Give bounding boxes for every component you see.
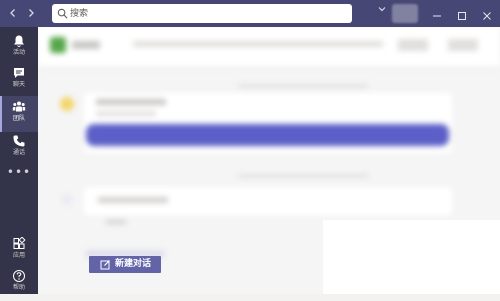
channel-name-placeholder xyxy=(72,41,100,49)
maximize-button[interactable] xyxy=(456,7,468,20)
new-conversation-label: 新建对话 xyxy=(115,259,152,269)
blank-panel xyxy=(323,220,500,294)
chevron-left-icon xyxy=(10,9,15,17)
help-icon xyxy=(13,270,25,282)
minimize-icon xyxy=(433,15,441,17)
more-icon: ••• xyxy=(6,165,32,179)
phone-icon xyxy=(13,135,25,147)
sidebar-item-label: 聊天 xyxy=(12,81,25,88)
sidebar-item-label: 帮助 xyxy=(12,284,25,291)
close-icon xyxy=(483,12,491,20)
team-avatar xyxy=(50,37,66,53)
maximize-icon xyxy=(458,12,466,20)
chat-icon xyxy=(14,68,24,78)
account-dropdown-button[interactable] xyxy=(378,5,386,16)
title-bar xyxy=(0,0,500,27)
compose-icon xyxy=(100,260,110,270)
avatar[interactable] xyxy=(392,4,418,23)
sidebar-item-help[interactable]: 帮助 xyxy=(0,265,38,301)
sidebar-item-chat[interactable]: 聊天 xyxy=(0,62,38,98)
more-apps-button[interactable]: ••• xyxy=(0,165,38,179)
sidebar-item-teams[interactable]: 团队 xyxy=(0,96,38,132)
chevron-down-icon xyxy=(378,7,386,12)
sidebar-item-label: 通话 xyxy=(12,149,25,156)
apps-icon xyxy=(13,237,26,249)
teams-icon xyxy=(12,101,26,112)
date-divider xyxy=(238,175,368,177)
bell-icon xyxy=(14,35,24,47)
search-box[interactable] xyxy=(52,4,352,23)
header-action-placeholder xyxy=(448,39,478,51)
message-author-placeholder xyxy=(96,99,166,105)
sidebar-item-label: 活动 xyxy=(12,49,25,56)
message-text-placeholder xyxy=(96,111,156,116)
date-divider xyxy=(238,85,368,87)
sidebar-item-calls[interactable]: 通话 xyxy=(0,130,38,166)
sidebar-item-apps[interactable]: 应用 xyxy=(0,233,38,269)
highlighted-message xyxy=(86,124,449,146)
message-text-placeholder xyxy=(98,197,168,203)
chevron-right-icon xyxy=(29,9,34,17)
new-conversation-button[interactable]: 新建对话 xyxy=(89,256,161,273)
search-icon xyxy=(57,8,68,19)
sidebar-item-label: 团队 xyxy=(12,115,25,122)
author-avatar xyxy=(60,97,74,111)
close-button[interactable] xyxy=(481,7,493,20)
author-avatar xyxy=(62,195,72,205)
channel-tabs-placeholder xyxy=(133,41,383,47)
reply-placeholder xyxy=(106,220,126,224)
header-action-placeholder xyxy=(398,39,428,51)
forward-button[interactable] xyxy=(22,4,40,22)
back-button[interactable] xyxy=(4,4,22,22)
main-content xyxy=(38,27,500,294)
app-rail: 活动 聊天 团队 通话 ••• 应用 帮助 xyxy=(0,27,38,294)
search-input[interactable] xyxy=(70,4,340,23)
sidebar-item-label: 应用 xyxy=(12,252,25,259)
channel-header xyxy=(38,27,500,68)
minimize-button[interactable] xyxy=(431,7,443,19)
sidebar-item-activity[interactable]: 活动 xyxy=(0,30,38,66)
